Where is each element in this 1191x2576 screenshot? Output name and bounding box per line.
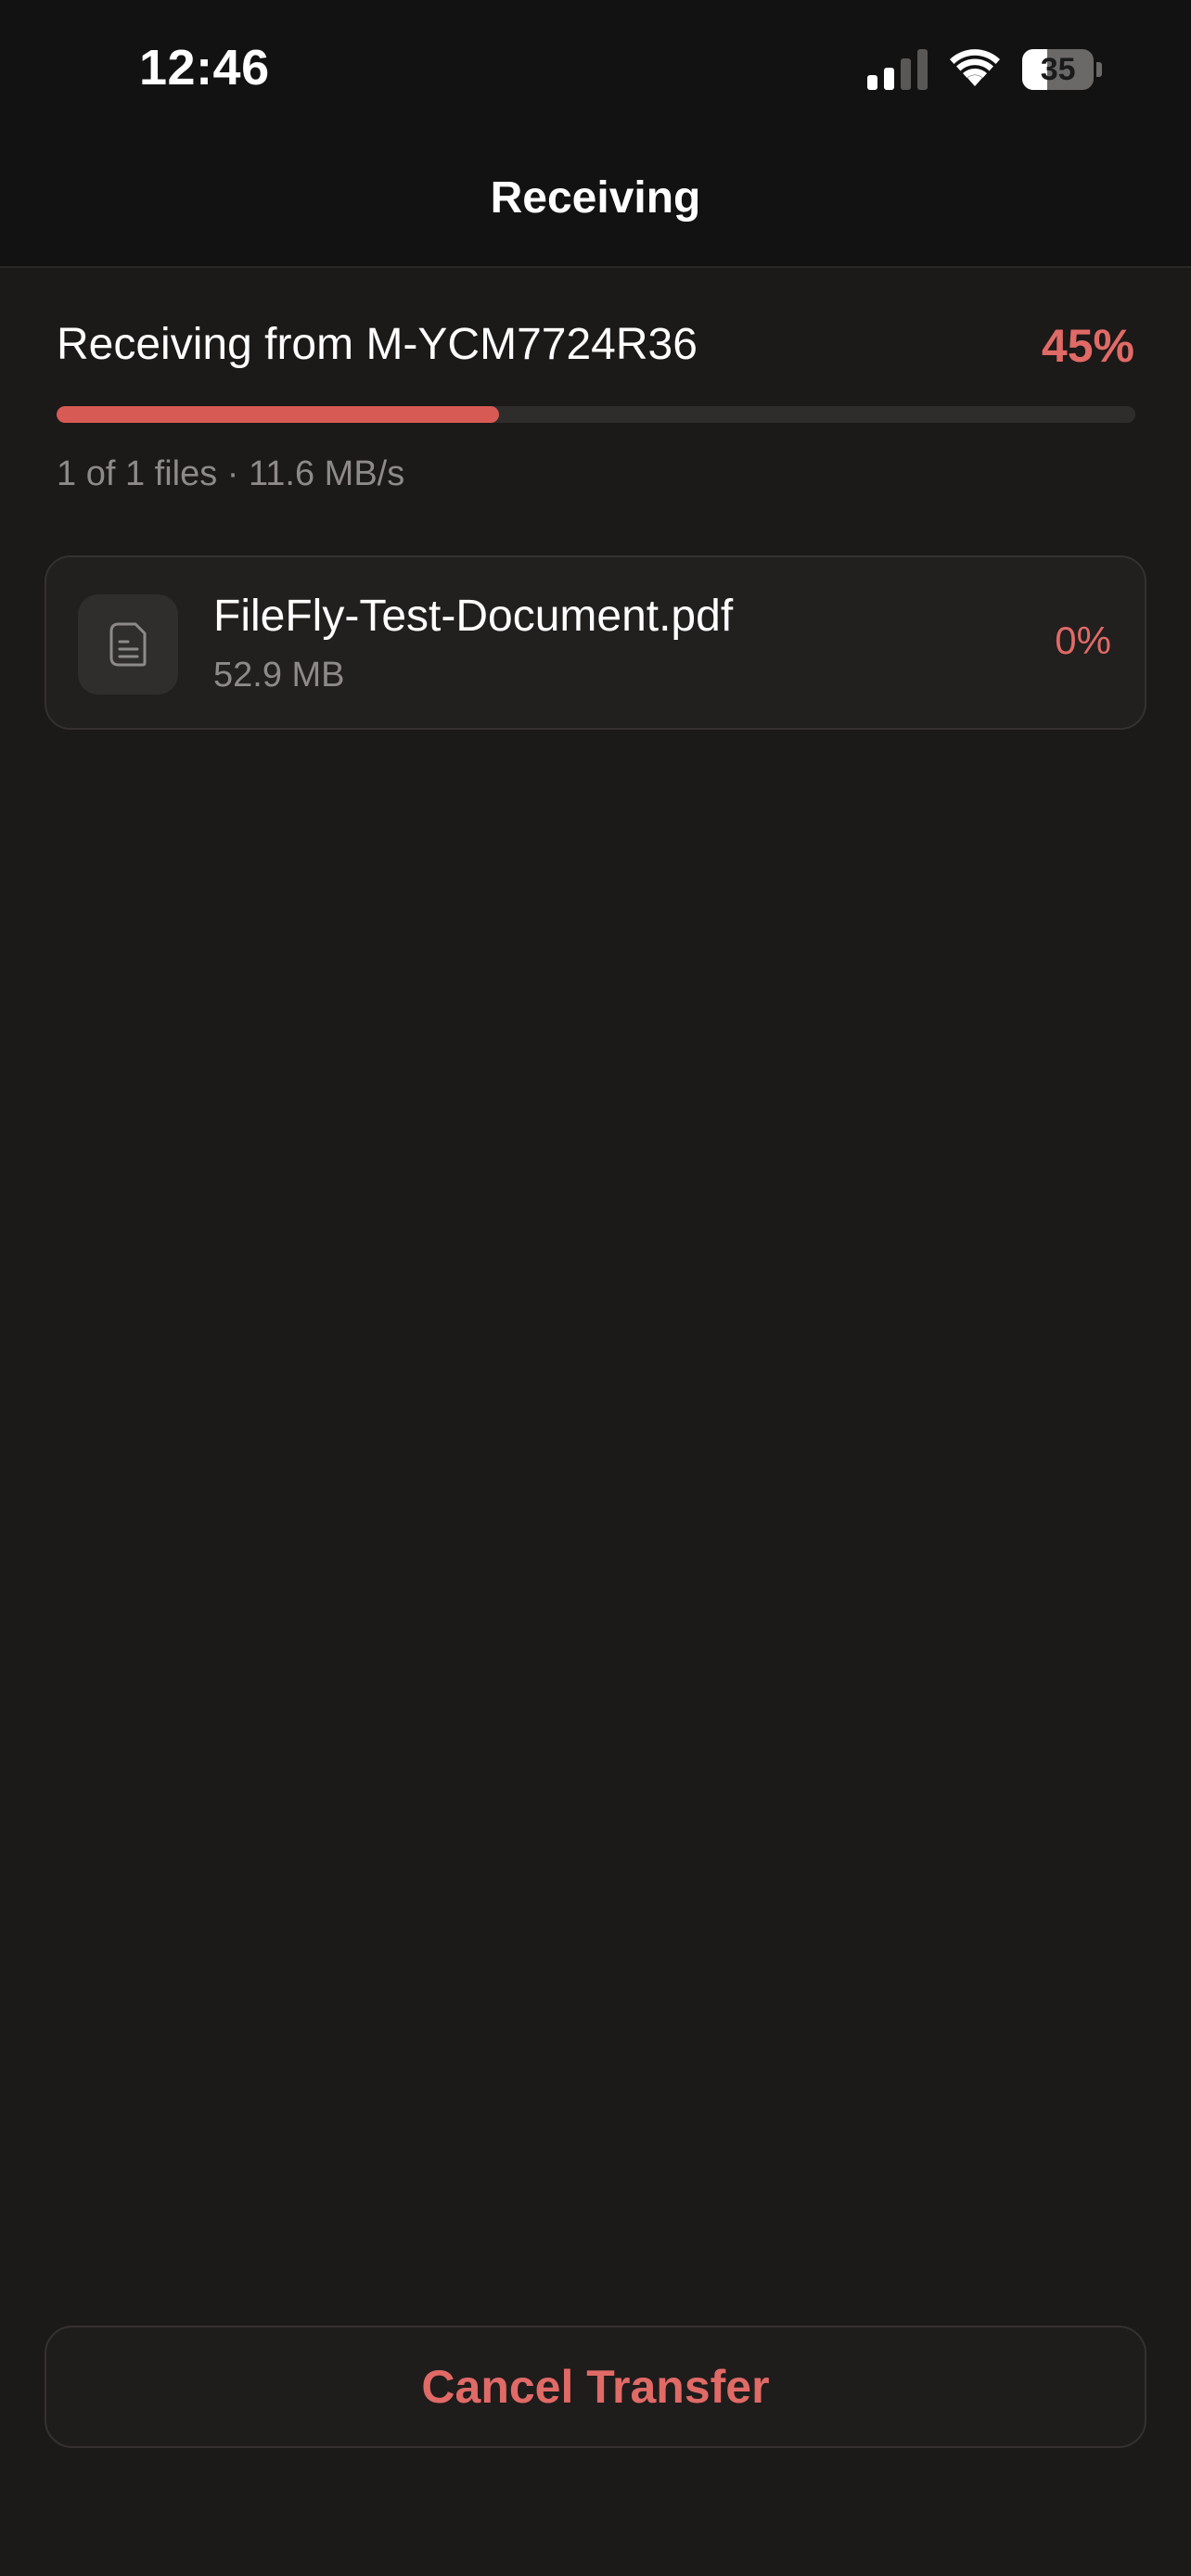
files-info: 1 of 1 files · 11.6 MB/s [57, 454, 405, 493]
document-icon [109, 622, 147, 667]
wifi-icon [950, 49, 1000, 86]
file-card[interactable]: FileFly-Test-Document.pdf 52.9 MB 0% [45, 555, 1146, 730]
transfer-percent: 45% [1041, 320, 1134, 372]
cancel-transfer-button[interactable]: Cancel Transfer [45, 2326, 1146, 2448]
file-name: FileFly-Test-Document.pdf [213, 592, 734, 641]
transfer-progress-fill [57, 406, 499, 423]
receiving-from-label: Receiving from M-YCM7724R36 [57, 320, 698, 369]
transfer-progress-bar [57, 406, 1135, 423]
file-percent: 0% [1055, 618, 1111, 662]
battery-icon: 35 [1022, 49, 1102, 90]
top-bar: 12:46 35 Receiving [0, 0, 1191, 268]
file-icon-container [78, 594, 178, 695]
file-size: 52.9 MB [213, 656, 345, 695]
battery-level: 35 [1040, 51, 1076, 87]
status-icons: 35 [867, 46, 1102, 93]
status-time: 12:46 [139, 40, 270, 96]
page-title: Receiving [490, 173, 701, 223]
cellular-signal-icon [867, 49, 928, 90]
